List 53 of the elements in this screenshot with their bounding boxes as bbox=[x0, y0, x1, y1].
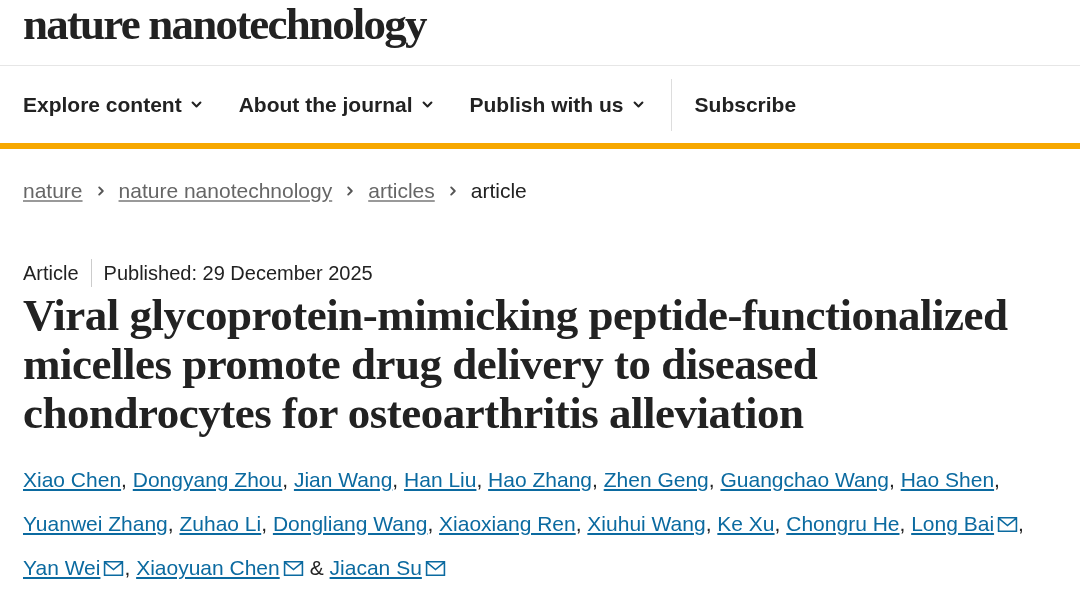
author-link[interactable]: Guangchao Wang bbox=[720, 468, 889, 491]
separator: , bbox=[282, 468, 289, 491]
separator: , bbox=[592, 468, 598, 491]
author-link[interactable]: Dongliang Wang bbox=[272, 512, 428, 535]
author-link[interactable]: Zuhao Li bbox=[179, 512, 262, 535]
author-link[interactable]: Hao Zhang bbox=[488, 468, 592, 491]
email-icon[interactable] bbox=[103, 560, 125, 577]
separator: , bbox=[124, 556, 131, 579]
email-icon[interactable] bbox=[424, 560, 446, 577]
separator: , bbox=[705, 512, 712, 535]
article-title: Viral glycoprotein-mimicking peptide-functionalized micelles promote drug delivery to diseased chondrocytes for osteoarthritis alleviation bbox=[23, 291, 1009, 438]
separator: , bbox=[1018, 512, 1024, 535]
separator: , bbox=[261, 512, 268, 535]
separator: , bbox=[575, 512, 582, 535]
author-link[interactable]: Ke Xu bbox=[717, 512, 775, 535]
breadcrumb-current: article bbox=[470, 179, 527, 203]
separator: , bbox=[708, 468, 715, 491]
nav-menu-button[interactable]: Publish with us bbox=[469, 92, 645, 117]
journal-logo[interactable]: nature nanotechnology bbox=[23, 2, 426, 47]
author-link[interactable]: Yan Wei bbox=[23, 556, 101, 579]
separator: , bbox=[392, 468, 399, 491]
breadcrumb-link[interactable]: nature bbox=[23, 179, 83, 203]
author-link[interactable]: Xiao Chen bbox=[23, 468, 122, 491]
separator: & bbox=[309, 556, 324, 579]
separator: , bbox=[889, 468, 895, 491]
author-link[interactable]: Xiaoyuan Chen bbox=[136, 556, 280, 579]
separator: , bbox=[774, 512, 781, 535]
author-link[interactable]: Chongru He bbox=[786, 512, 900, 535]
author-link[interactable]: Dongyang Zhou bbox=[132, 468, 283, 491]
email-icon[interactable] bbox=[997, 516, 1019, 533]
author-link[interactable]: Xiaoxiang Ren bbox=[439, 512, 576, 535]
author-link[interactable]: Han Liu bbox=[404, 468, 477, 491]
separator: , bbox=[427, 512, 434, 535]
breadcrumb-link[interactable]: nature nanotechnology bbox=[118, 179, 333, 203]
publication-date: Published: 29 December 2025 bbox=[102, 261, 373, 285]
separator: , bbox=[476, 468, 483, 491]
separator: , bbox=[994, 468, 1000, 491]
author-link[interactable]: Hao Shen bbox=[900, 468, 995, 491]
breadcrumb-link[interactable]: articles bbox=[368, 179, 435, 203]
separator: , bbox=[121, 468, 127, 491]
separator: , bbox=[167, 512, 174, 535]
author-link[interactable]: Zhen Geng bbox=[603, 468, 709, 491]
author-link[interactable]: Jian Wang bbox=[293, 468, 393, 491]
nav-menu-button[interactable]: About the journal bbox=[238, 92, 434, 117]
separator: , bbox=[899, 512, 906, 535]
author-link[interactable]: Jiacan Su bbox=[329, 556, 422, 579]
nav-link[interactable]: Subscribe bbox=[694, 92, 797, 117]
email-icon[interactable] bbox=[282, 560, 304, 577]
nav-menu-button[interactable]: Explore content bbox=[23, 92, 203, 117]
author-link[interactable]: Yuanwei Zhang bbox=[23, 512, 168, 535]
author-link[interactable]: Long Bai bbox=[911, 512, 995, 535]
author-link[interactable]: Xiuhui Wang bbox=[587, 512, 706, 535]
article-type: Article bbox=[23, 259, 92, 287]
